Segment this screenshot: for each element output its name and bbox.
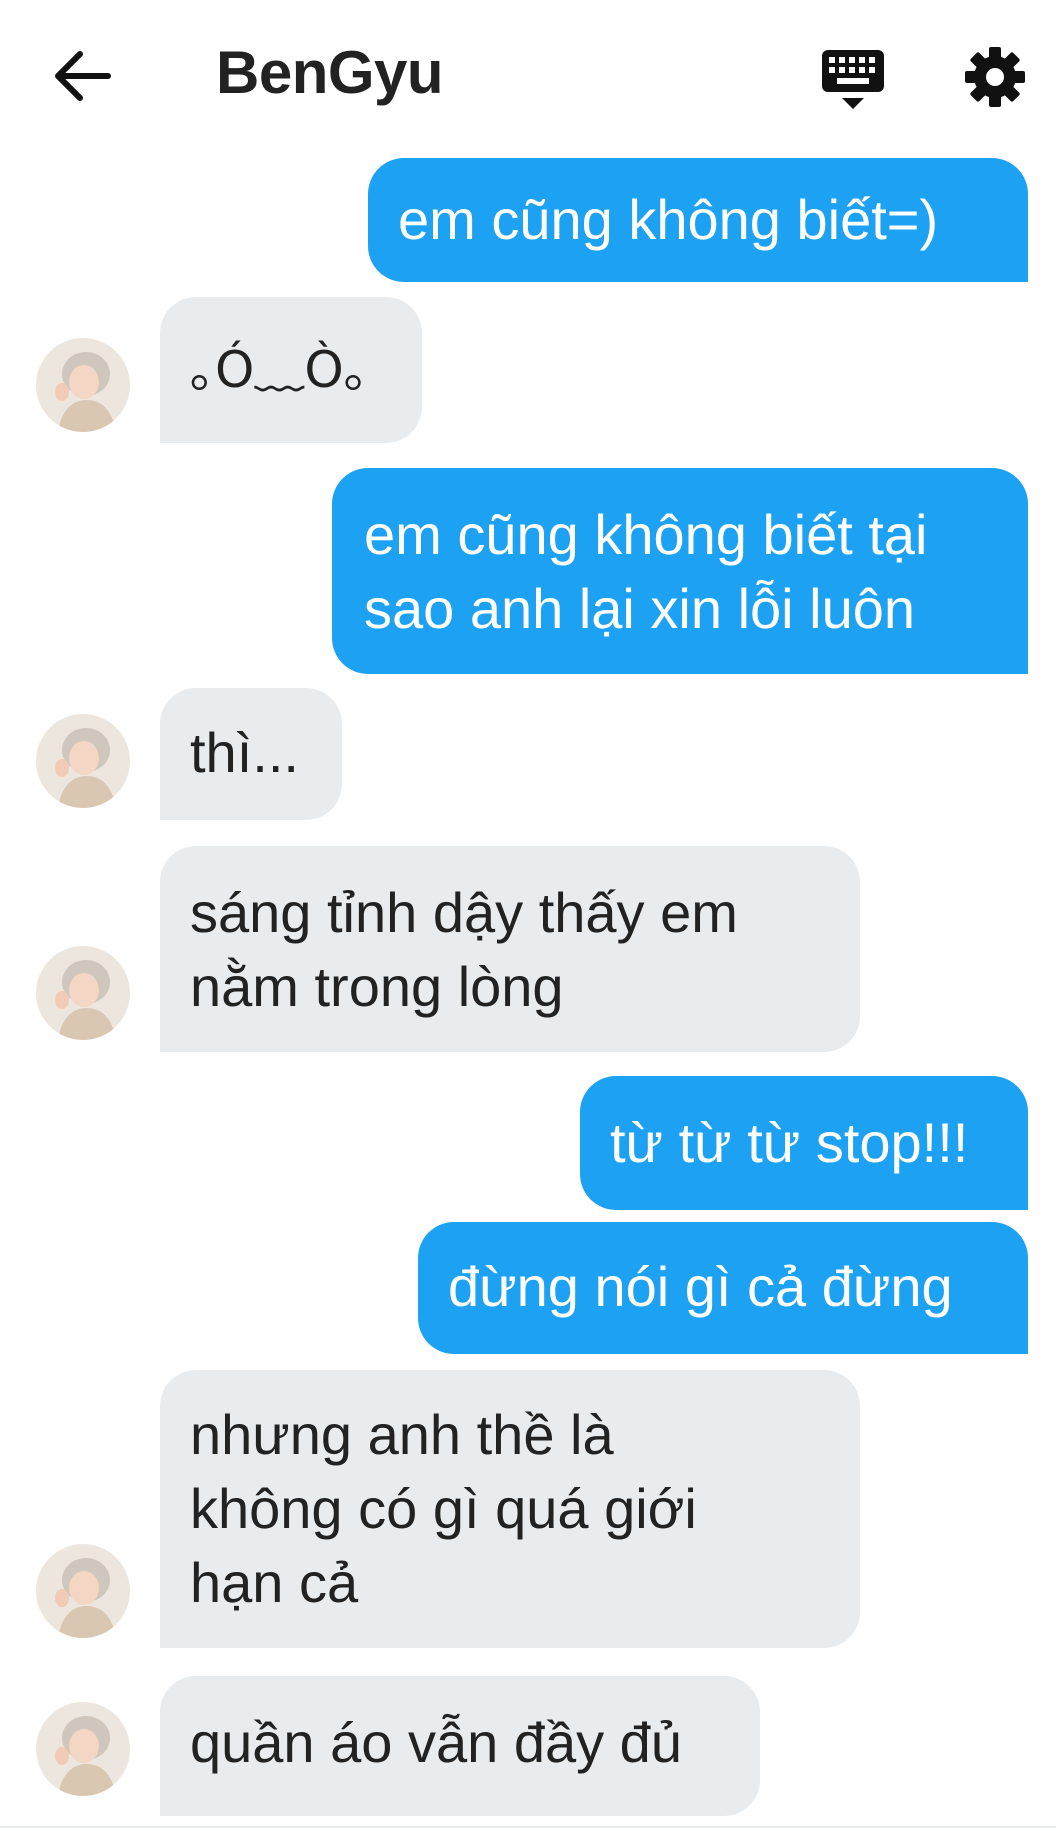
avatar[interactable] (36, 338, 130, 432)
message-bubble-incoming[interactable]: sáng tỉnh dậy thấy em nằm trong lòng (160, 846, 860, 1052)
message-bubble-outgoing[interactable]: em cũng không biết tại sao anh lại xin l… (332, 468, 1028, 674)
avatar[interactable] (36, 1702, 130, 1796)
message-bubble-incoming[interactable]: quần áo vẫn đầy đủ (160, 1676, 760, 1816)
contact-avatar-image (36, 338, 130, 432)
chat-header: BenGyu (0, 0, 1056, 150)
keyboard-toggle-button[interactable] (820, 46, 886, 112)
avatar[interactable] (36, 946, 130, 1040)
message-bubble-outgoing[interactable]: đừng nói gì cả đừng (418, 1222, 1028, 1354)
message-bubble-incoming[interactable]: thì... (160, 688, 342, 820)
message-bubble-incoming[interactable]: ｡Ó﹏Ò｡ (160, 297, 422, 443)
contact-avatar-image (36, 1702, 130, 1796)
back-button[interactable] (50, 44, 114, 108)
contact-avatar-image (36, 714, 130, 808)
avatar[interactable] (36, 1544, 130, 1638)
message-bubble-outgoing[interactable]: em cũng không biết=) (368, 158, 1028, 282)
divider (0, 1826, 1056, 1828)
gear-icon (965, 47, 1025, 107)
keyboard-icon (822, 50, 884, 109)
settings-button[interactable] (964, 46, 1026, 108)
contact-avatar-image (36, 946, 130, 1040)
arrow-left-icon (55, 51, 111, 101)
message-bubble-outgoing[interactable]: từ từ từ stop!!! (580, 1076, 1028, 1210)
message-bubble-incoming[interactable]: nhưng anh thề là không có gì quá giới hạ… (160, 1370, 860, 1648)
avatar[interactable] (36, 714, 130, 808)
contact-avatar-image (36, 1544, 130, 1638)
conversation-title: BenGyu (216, 39, 444, 106)
